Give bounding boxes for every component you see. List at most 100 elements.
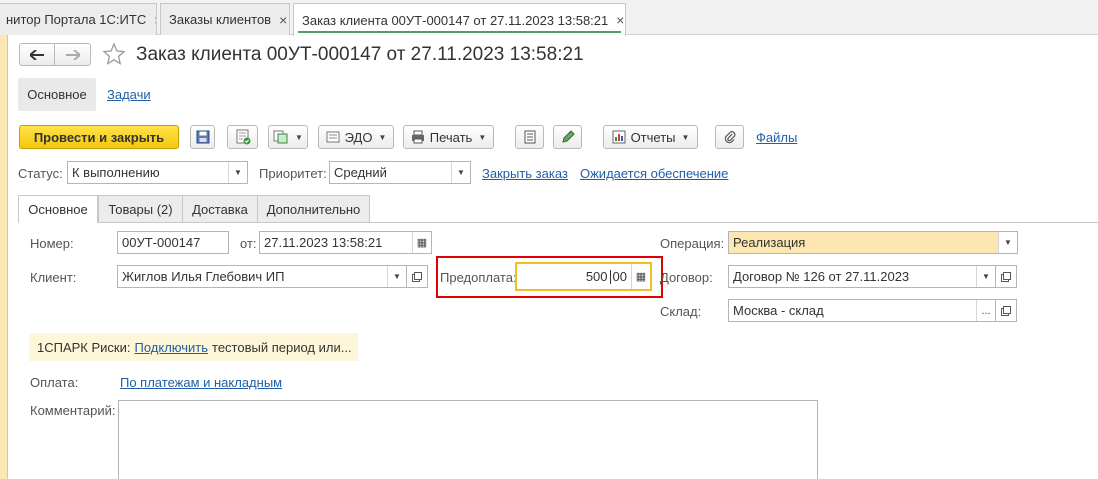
print-label: Печать: [429, 129, 473, 145]
open-client-button[interactable]: [406, 265, 428, 288]
edit-button[interactable]: [553, 125, 582, 149]
priority-value: Средний: [334, 165, 387, 180]
number-label: Номер:: [30, 236, 74, 251]
contract-label: Договор:: [660, 270, 713, 285]
spark-connect-link[interactable]: Подключить: [134, 340, 208, 355]
tab-label: Основное: [28, 202, 88, 217]
post-document-button[interactable]: [227, 125, 258, 149]
calendar-icon[interactable]: ▦: [412, 232, 431, 253]
edo-icon: [326, 131, 340, 143]
window-tab-label: нитор Портала 1С:ИТС: [6, 12, 147, 27]
date-value: 27.11.2023 13:58:21: [264, 235, 383, 250]
tab-label: Доставка: [192, 201, 248, 217]
warehouse-select[interactable]: Москва - склад ...: [728, 299, 996, 322]
client-value: Жиглов Илья Глебович ИП: [122, 269, 285, 284]
priority-label: Приоритет:: [259, 166, 327, 181]
payment-link[interactable]: По платежам и накладным: [120, 375, 282, 390]
save-button[interactable]: [190, 125, 215, 149]
reports-button[interactable]: Отчеты ▼: [603, 125, 698, 149]
active-tab-underline: [298, 31, 621, 33]
spark-banner: 1СПАРК Риски: Подключить тестовый период…: [29, 333, 358, 361]
chevron-down-icon[interactable]: ▼: [451, 162, 470, 183]
post-and-close-button[interactable]: Провести и закрыть: [19, 125, 179, 149]
forward-button[interactable]: [54, 43, 91, 66]
open-form-icon: [1001, 271, 1011, 282]
select-more-button[interactable]: ...: [976, 300, 995, 321]
chevron-down-icon[interactable]: ▼: [228, 162, 247, 183]
window-tab-current-order[interactable]: Заказ клиента 00УТ-000147 от 27.11.2023 …: [293, 3, 626, 36]
arrow-left-icon: [30, 49, 44, 60]
tab-delivery[interactable]: Доставка: [182, 195, 258, 222]
warehouse-value: Москва - склад: [733, 303, 824, 318]
status-select[interactable]: К выполнению ▼: [67, 161, 248, 184]
open-form-icon: [1001, 305, 1011, 316]
comment-textarea[interactable]: [118, 400, 818, 479]
structure-button[interactable]: [515, 125, 544, 149]
close-icon[interactable]: ×: [279, 12, 287, 28]
tab-goods[interactable]: Товары (2): [98, 195, 183, 222]
number-field[interactable]: 00УТ-000147: [117, 231, 229, 254]
comment-label: Комментарий:: [30, 403, 116, 418]
arrow-right-icon: [65, 49, 80, 60]
printer-icon: [411, 130, 424, 144]
prepayment-int: 500: [585, 269, 608, 284]
section-main[interactable]: Основное: [18, 78, 96, 111]
tab-additional[interactable]: Дополнительно: [257, 195, 370, 222]
chevron-down-icon[interactable]: ▼: [976, 266, 995, 287]
tab-label: Дополнительно: [266, 201, 361, 217]
date-field[interactable]: 27.11.2023 13:58:21 ▦: [259, 231, 432, 254]
reports-label: Отчеты: [630, 129, 676, 145]
section-tasks-link[interactable]: Задачи: [107, 87, 151, 102]
floppy-disk-icon: [196, 130, 209, 144]
paperclip-icon: [724, 131, 735, 144]
chevron-down-icon: ▼: [295, 132, 303, 142]
back-button[interactable]: [19, 43, 55, 66]
close-icon[interactable]: ×: [616, 12, 624, 28]
chevron-down-icon[interactable]: ▼: [998, 232, 1017, 253]
prepayment-field[interactable]: 500 00 ▦: [515, 262, 652, 291]
client-label: Клиент:: [30, 270, 77, 285]
reports-icon: [612, 130, 626, 144]
star-outline-icon[interactable]: [102, 42, 126, 66]
window-tab-orders[interactable]: Заказы клиентов ×: [160, 3, 290, 35]
chevron-down-icon: ▼: [378, 132, 387, 142]
prepayment-frac: 00: [612, 269, 627, 284]
post-document-icon: [236, 129, 250, 145]
open-form-icon: [412, 271, 422, 282]
number-value: 00УТ-000147: [122, 235, 201, 250]
open-warehouse-button[interactable]: [995, 299, 1017, 322]
document-list-icon: [524, 130, 535, 144]
awaiting-supply-link[interactable]: Ожидается обеспечение: [580, 166, 728, 181]
edo-button[interactable]: ЭДО ▼: [318, 125, 394, 149]
open-contract-button[interactable]: [995, 265, 1017, 288]
chevron-down-icon[interactable]: ▼: [387, 266, 406, 287]
operation-select[interactable]: Реализация ▼: [728, 231, 1018, 254]
contract-select[interactable]: Договор № 126 от 27.11.2023 ▼: [728, 265, 996, 288]
priority-select[interactable]: Средний ▼: [329, 161, 471, 184]
pencil-icon: [561, 130, 575, 143]
left-panel-strip: [0, 35, 8, 479]
close-icon[interactable]: ×: [154, 12, 156, 28]
form-tabs-baseline: [18, 222, 1098, 223]
chevron-down-icon: ▼: [681, 132, 690, 142]
close-order-link[interactable]: Закрыть заказ: [482, 166, 568, 181]
window-tab-its-monitor[interactable]: нитор Портала 1С:ИТС ×: [0, 3, 157, 35]
operation-label: Операция:: [660, 236, 725, 251]
tab-label: Товары (2): [108, 201, 173, 217]
prepayment-label: Предоплата:: [440, 270, 517, 285]
tab-main[interactable]: Основное: [18, 195, 98, 223]
spark-suffix: тестовый период или...: [212, 339, 352, 355]
window-tab-label: Заказы клиентов: [169, 12, 272, 27]
attach-button[interactable]: [715, 125, 744, 149]
calculator-icon[interactable]: ▦: [631, 264, 650, 289]
contract-value: Договор № 126 от 27.11.2023: [733, 269, 910, 284]
create-based-on-button[interactable]: ▼: [268, 125, 308, 149]
warehouse-label: Склад:: [660, 304, 702, 319]
status-value: К выполнению: [72, 165, 160, 180]
files-link[interactable]: Файлы: [756, 130, 797, 145]
print-button[interactable]: Печать ▼: [403, 125, 494, 149]
operation-value: Реализация: [733, 235, 806, 250]
chevron-down-icon: ▼: [478, 132, 487, 142]
post-and-close-label: Провести и закрыть: [33, 129, 165, 145]
client-select[interactable]: Жиглов Илья Глебович ИП ▼: [117, 265, 407, 288]
